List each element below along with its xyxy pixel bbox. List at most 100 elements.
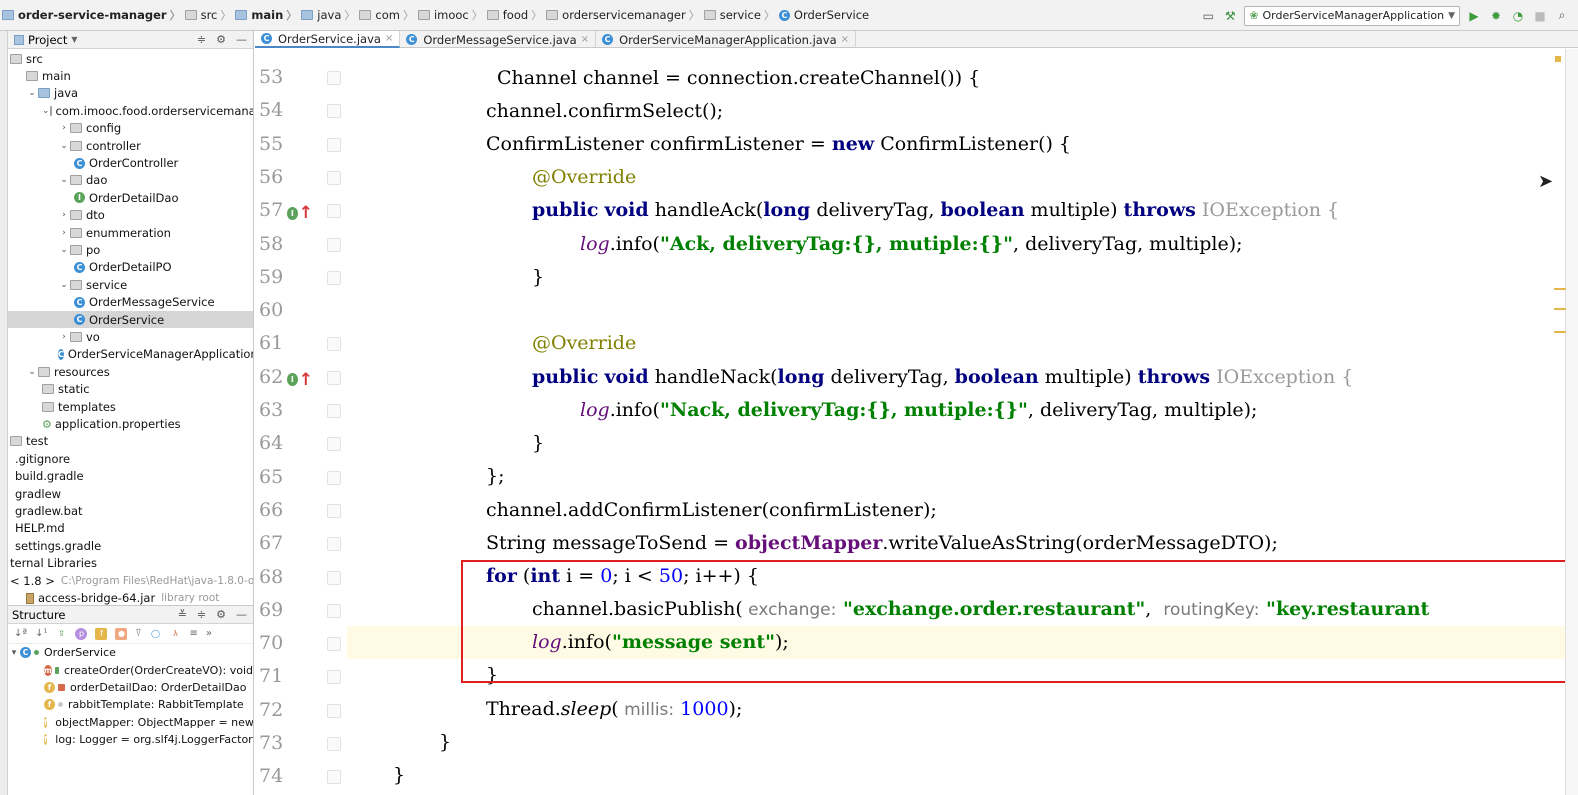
- fold-marker-icon[interactable]: [327, 737, 341, 751]
- project-tree-item[interactable]: ternal Libraries: [8, 555, 253, 572]
- structure-field[interactable]: f objectMapper: ObjectMapper = new O: [8, 714, 253, 731]
- chevron-down-icon[interactable]: ⌄: [58, 175, 70, 185]
- run-configuration-select[interactable]: ❀ OrderServiceManagerApplication ▼: [1244, 5, 1460, 26]
- breadcrumb-food[interactable]: food 〉: [486, 7, 546, 23]
- breadcrumb-orderservice[interactable]: C OrderService: [778, 8, 869, 22]
- project-tree-item[interactable]: .gitignore: [8, 450, 253, 467]
- run-icon[interactable]: ▶: [1466, 8, 1482, 24]
- project-tree-item[interactable]: static: [8, 381, 253, 398]
- line-number[interactable]: 58: [259, 233, 285, 255]
- chevron-down-icon[interactable]: ⌄: [58, 280, 70, 290]
- breadcrumb-java[interactable]: java 〉: [301, 7, 359, 23]
- sort-visibility-icon[interactable]: ↓¹: [35, 628, 47, 639]
- project-tree-item[interactable]: HELP.md: [8, 520, 253, 537]
- warning-marker[interactable]: [1554, 288, 1566, 290]
- structure-method[interactable]: m createOrder(OrderCreateVO): void: [8, 661, 253, 678]
- tab-orderservicemanagerapplication[interactable]: C OrderServiceManagerApplication.java ×: [596, 31, 857, 48]
- expand-all-icon[interactable]: ≚: [178, 608, 187, 621]
- chevron-right-icon[interactable]: ›: [58, 210, 70, 220]
- breadcrumb-src[interactable]: src 〉: [184, 7, 236, 23]
- tab-orderservice[interactable]: C OrderService.java ×: [255, 31, 401, 48]
- project-tree-item[interactable]: ⚙ application.properties: [8, 415, 253, 432]
- show-inherited-icon[interactable]: ⇪: [55, 628, 67, 640]
- project-tree-item[interactable]: test: [8, 433, 253, 450]
- line-number[interactable]: 62: [259, 366, 285, 388]
- project-tree-item[interactable]: ⌄ com.imooc.food.orderservicemanager: [8, 102, 253, 119]
- fold-marker-icon[interactable]: [327, 703, 341, 718]
- tab-ordermessageservice[interactable]: C OrderMessageService.java ×: [400, 31, 597, 48]
- breadcrumb-project[interactable]: order-service-manager 〉: [2, 7, 185, 23]
- fold-marker-icon[interactable]: [327, 637, 341, 652]
- warning-marker[interactable]: [1554, 331, 1566, 333]
- project-tree-item[interactable]: › vo: [8, 328, 253, 345]
- chevron-down-icon[interactable]: ⌄: [58, 245, 70, 255]
- fold-marker-icon[interactable]: [327, 104, 341, 119]
- stop-icon[interactable]: ■: [1532, 8, 1548, 24]
- warning-marker[interactable]: [1555, 56, 1561, 62]
- project-tree-item[interactable]: C OrderMessageService: [8, 294, 253, 311]
- breadcrumb-imooc[interactable]: imooc 〉: [417, 7, 487, 23]
- project-tree-item[interactable]: ⌄ dao: [8, 172, 253, 189]
- project-tree-item[interactable]: I OrderDetailDao: [8, 189, 253, 206]
- line-number[interactable]: 65: [259, 466, 285, 488]
- breadcrumb-main[interactable]: main 〉: [235, 7, 301, 23]
- project-tree-item[interactable]: ⌄ resources: [8, 363, 253, 380]
- fold-marker-icon[interactable]: [327, 770, 341, 785]
- line-number[interactable]: 64: [259, 432, 285, 454]
- close-icon[interactable]: ×: [581, 34, 589, 45]
- filter-icon[interactable]: ⍢: [135, 628, 141, 639]
- implements-method-marker[interactable]: I ↑: [287, 203, 313, 223]
- project-tree-item[interactable]: ⌄ service: [8, 276, 253, 293]
- line-number[interactable]: 53: [259, 66, 285, 88]
- project-tree-item[interactable]: C OrderService: [8, 311, 253, 329]
- chevron-down-icon[interactable]: ▼: [71, 35, 77, 44]
- project-tree-item[interactable]: › enummeration: [8, 224, 253, 241]
- breadcrumb-service[interactable]: service 〉: [703, 7, 779, 23]
- line-number[interactable]: 71: [259, 665, 285, 687]
- coverage-icon[interactable]: ◔: [1510, 8, 1526, 24]
- code-editor[interactable]: 53 54 55 56 57 I ↑ 58 59 60 61 62 I ↑ 63 64 65 66 67 68 69 70…: [255, 49, 1565, 795]
- project-tree-item[interactable]: ⌄ po: [8, 241, 253, 258]
- project-tree-item[interactable]: C OrderDetailPO: [8, 259, 253, 276]
- breadcrumb-orderservicemanager[interactable]: orderservicemanager 〉: [546, 7, 704, 23]
- fold-marker-icon[interactable]: [327, 570, 341, 585]
- structure-field[interactable]: f rabbitTemplate: RabbitTemplate: [8, 696, 253, 713]
- project-tree-item[interactable]: gradlew: [8, 485, 253, 502]
- line-number[interactable]: 66: [259, 499, 285, 521]
- fold-marker-icon[interactable]: [327, 370, 341, 385]
- gear-icon[interactable]: ⚙: [216, 608, 226, 621]
- fold-marker-icon[interactable]: [327, 237, 341, 252]
- warning-marker[interactable]: [1554, 308, 1566, 310]
- line-number[interactable]: 74: [259, 765, 285, 787]
- sort-alpha-icon[interactable]: ↓ª: [14, 628, 27, 639]
- fold-marker-icon[interactable]: [327, 437, 341, 452]
- fold-marker-icon[interactable]: [327, 137, 341, 152]
- project-tree-item[interactable]: build.gradle: [8, 468, 253, 485]
- structure-field[interactable]: f orderDetailDao: OrderDetailDao: [8, 679, 253, 696]
- project-tree-item[interactable]: › dto: [8, 207, 253, 224]
- line-number[interactable]: 67: [259, 532, 285, 554]
- structure-root[interactable]: ▾ C OrderService: [8, 644, 253, 661]
- project-tree-item[interactable]: settings.gradle: [8, 537, 253, 554]
- fold-marker-icon[interactable]: [327, 537, 341, 552]
- project-tree-item[interactable]: › config: [8, 120, 253, 137]
- project-tree-item[interactable]: C OrderServiceManagerApplication: [8, 346, 253, 363]
- line-number[interactable]: 72: [259, 699, 285, 721]
- editor-scrollbar[interactable]: [1565, 49, 1578, 795]
- line-number[interactable]: 70: [259, 632, 285, 654]
- fold-marker-icon[interactable]: [327, 503, 341, 518]
- project-tree-item[interactable]: templates: [8, 398, 253, 415]
- project-panel-title[interactable]: Project: [28, 33, 67, 47]
- fold-marker-icon[interactable]: [327, 404, 341, 418]
- line-number[interactable]: 56: [259, 166, 285, 188]
- fold-marker-icon[interactable]: [327, 270, 341, 285]
- show-fields-icon[interactable]: f: [95, 627, 108, 640]
- close-icon[interactable]: ×: [841, 34, 849, 45]
- breadcrumb-com[interactable]: com 〉: [359, 7, 418, 23]
- chevron-down-icon[interactable]: ⌄: [26, 88, 38, 98]
- implements-method-marker[interactable]: I ↑: [287, 370, 313, 390]
- chevron-down-icon[interactable]: ⌄: [26, 367, 38, 377]
- structure-field[interactable]: f log: Logger = org.slf4j.LoggerFactory.: [8, 731, 253, 748]
- chevron-right-icon[interactable]: ›: [58, 228, 70, 238]
- project-tree-item[interactable]: < 1.8 > C:\Program Files\RedHat\java-1.8.…: [8, 572, 253, 589]
